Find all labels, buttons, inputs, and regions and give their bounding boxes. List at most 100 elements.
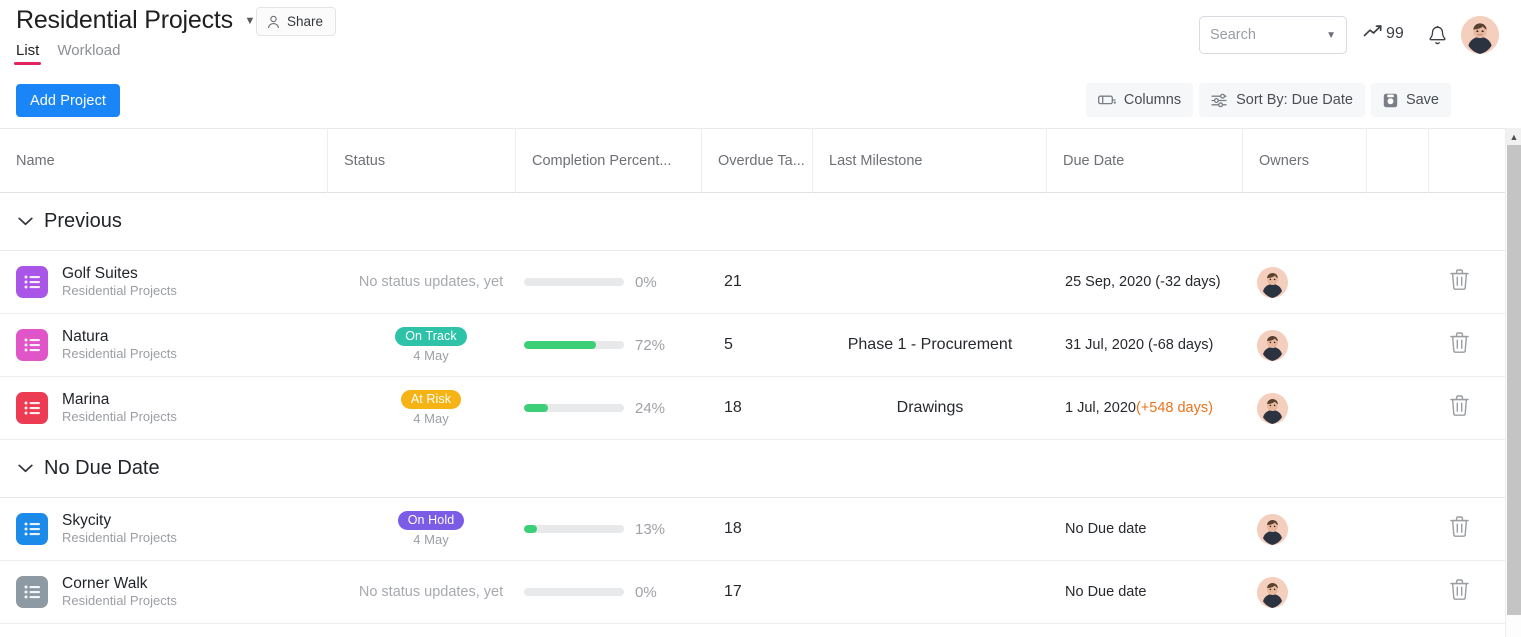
table-header-row: NameStatusCompletion Percent...Overdue T…	[0, 128, 1505, 193]
status-date: 4 May	[413, 411, 448, 426]
bell-icon[interactable]	[1428, 25, 1447, 51]
cell-overdue-tasks[interactable]: 18	[702, 498, 813, 560]
cell-last-milestone[interactable]: Phase 1 - Procurement	[813, 314, 1047, 376]
cell-owners[interactable]	[1243, 561, 1367, 623]
trash-icon[interactable]	[1450, 332, 1469, 358]
save-button[interactable]: Save	[1371, 83, 1451, 117]
group-header-no-due-date[interactable]: No Due Date	[0, 440, 1505, 498]
project-name: Golf Suites	[62, 265, 177, 283]
cell-status[interactable]: No status updates, yet	[328, 251, 516, 313]
chevron-up-icon[interactable]: ▲	[1506, 128, 1521, 145]
cell-last-milestone[interactable]: Drawings	[813, 377, 1047, 439]
progress-bar	[524, 404, 624, 412]
column-header-completion-percent[interactable]: Completion Percent...	[516, 128, 702, 193]
sort-button-label: Sort By: Due Date	[1236, 92, 1353, 108]
cell-completion[interactable]: 24%	[516, 377, 702, 439]
cell-name[interactable]: NaturaResidential Projects	[0, 314, 328, 376]
chevron-down-icon[interactable]	[18, 464, 33, 473]
cell-delete[interactable]	[1429, 561, 1489, 623]
column-header-owners[interactable]: Owners	[1243, 128, 1367, 193]
cell-last-milestone[interactable]	[813, 251, 1047, 313]
column-header-due-date[interactable]: Due Date	[1047, 128, 1243, 193]
table-row[interactable]: SkycityResidential ProjectsOn Hold4 May1…	[0, 498, 1505, 561]
cell-status[interactable]: No status updates, yet	[328, 561, 516, 623]
avatar[interactable]	[1461, 16, 1499, 54]
cell-owners[interactable]	[1243, 251, 1367, 313]
project-text: NaturaResidential Projects	[62, 328, 177, 362]
cell-completion[interactable]: 72%	[516, 314, 702, 376]
action-toolbar: Add Project Columns Sort By: Due Date Sa…	[0, 70, 1505, 128]
cell-completion[interactable]: 13%	[516, 498, 702, 560]
cell-name[interactable]: Corner WalkResidential Projects	[0, 561, 328, 623]
cell-overdue-tasks[interactable]: 5	[702, 314, 813, 376]
cell-delete[interactable]	[1429, 498, 1489, 560]
cell-status[interactable]: On Track4 May	[328, 314, 516, 376]
cell-delete[interactable]	[1429, 251, 1489, 313]
project-icon[interactable]	[16, 576, 48, 608]
cell-due-date[interactable]: 31 Jul, 2020 (-68 days)	[1047, 314, 1243, 376]
cell-overdue-tasks[interactable]: 18	[702, 377, 813, 439]
column-header-name[interactable]: Name	[0, 128, 328, 193]
cell-name[interactable]: MarinaResidential Projects	[0, 377, 328, 439]
cell-overdue-tasks[interactable]: 21	[702, 251, 813, 313]
due-date-text: No Due date	[1065, 521, 1146, 537]
project-icon[interactable]	[16, 513, 48, 545]
search-input[interactable]: Search ▼	[1199, 16, 1347, 54]
project-name: Corner Walk	[62, 575, 177, 593]
title-area: Residential Projects ▼	[16, 6, 259, 35]
column-header-overdue-ta[interactable]: Overdue Ta...	[702, 128, 813, 193]
table-row[interactable]: MarinaResidential ProjectsAt Risk4 May24…	[0, 377, 1505, 440]
cell-delete[interactable]	[1429, 314, 1489, 376]
owner-avatar[interactable]	[1257, 393, 1288, 424]
cell-due-date[interactable]: No Due date	[1047, 561, 1243, 623]
project-icon[interactable]	[16, 266, 48, 298]
cell-blank	[1367, 251, 1429, 313]
cell-status[interactable]: At Risk4 May	[328, 377, 516, 439]
cell-status[interactable]: On Hold4 May	[328, 498, 516, 560]
sort-button[interactable]: Sort By: Due Date	[1199, 83, 1365, 117]
project-icon[interactable]	[16, 329, 48, 361]
activity-stat[interactable]: 99	[1363, 24, 1404, 44]
cell-name[interactable]: Golf SuitesResidential Projects	[0, 251, 328, 313]
cell-due-date[interactable]: No Due date	[1047, 498, 1243, 560]
column-header-blank[interactable]	[1367, 128, 1429, 193]
trash-icon[interactable]	[1450, 395, 1469, 421]
owner-avatar[interactable]	[1257, 577, 1288, 608]
cell-name[interactable]: SkycityResidential Projects	[0, 498, 328, 560]
cell-due-date[interactable]: 25 Sep, 2020 (-32 days)	[1047, 251, 1243, 313]
chevron-down-icon[interactable]	[18, 217, 33, 226]
save-button-label: Save	[1406, 92, 1439, 108]
owner-avatar[interactable]	[1257, 330, 1288, 361]
owner-avatar[interactable]	[1257, 267, 1288, 298]
cell-last-milestone[interactable]	[813, 561, 1047, 623]
project-icon[interactable]	[16, 392, 48, 424]
chevron-down-icon[interactable]: ▼	[1326, 30, 1336, 41]
table-row[interactable]: Corner WalkResidential ProjectsNo status…	[0, 561, 1505, 624]
cell-delete[interactable]	[1429, 377, 1489, 439]
cell-overdue-tasks[interactable]: 17	[702, 561, 813, 623]
cell-owners[interactable]	[1243, 314, 1367, 376]
trash-icon[interactable]	[1450, 269, 1469, 295]
share-button[interactable]: Share	[256, 7, 336, 36]
table-row[interactable]: Golf SuitesResidential ProjectsNo status…	[0, 251, 1505, 314]
cell-last-milestone[interactable]	[813, 498, 1047, 560]
add-project-button[interactable]: Add Project	[16, 84, 120, 117]
cell-owners[interactable]	[1243, 498, 1367, 560]
tab-list[interactable]: List	[16, 42, 39, 65]
trash-icon[interactable]	[1450, 516, 1469, 542]
column-header-blank[interactable]	[1429, 128, 1489, 193]
tab-workload[interactable]: Workload	[57, 42, 120, 65]
trash-icon[interactable]	[1450, 579, 1469, 605]
columns-button[interactable]: Columns	[1086, 83, 1193, 117]
table-row[interactable]: NaturaResidential Projects On Track4 May7…	[0, 314, 1505, 377]
column-header-status[interactable]: Status	[328, 128, 516, 193]
cell-completion[interactable]: 0%	[516, 251, 702, 313]
vertical-scrollbar[interactable]: ▲	[1505, 128, 1521, 637]
group-header-previous[interactable]: Previous	[0, 193, 1505, 251]
cell-completion[interactable]: 0%	[516, 561, 702, 623]
cell-due-date[interactable]: 1 Jul, 2020 (+548 days)	[1047, 377, 1243, 439]
cell-owners[interactable]	[1243, 377, 1367, 439]
column-header-last-milestone[interactable]: Last Milestone	[813, 128, 1047, 193]
scrollbar-thumb[interactable]	[1507, 145, 1521, 615]
owner-avatar[interactable]	[1257, 514, 1288, 545]
